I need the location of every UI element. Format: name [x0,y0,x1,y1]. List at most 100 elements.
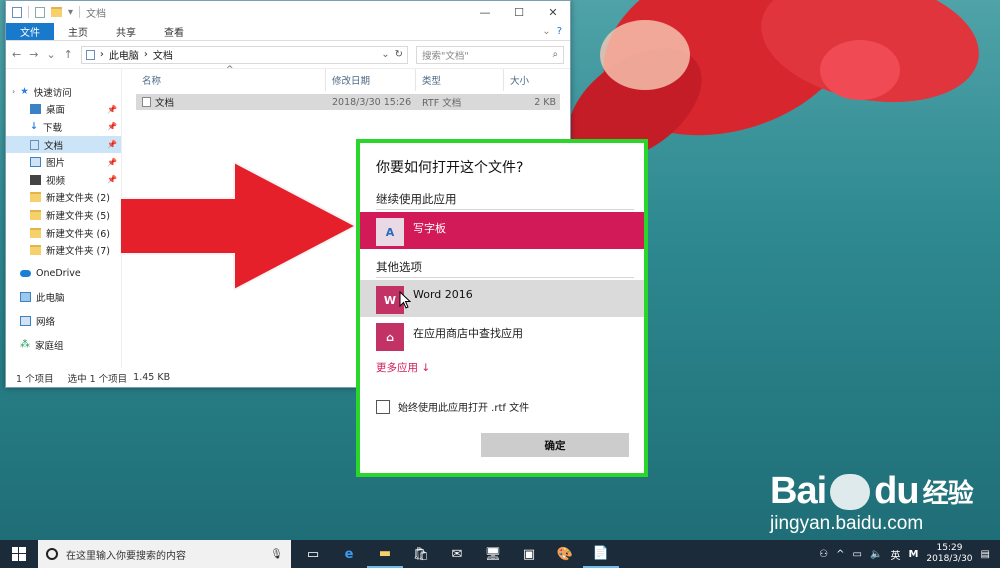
task-view-icon[interactable]: ▭ [295,540,331,568]
watermark-url: jingyan.baidu.com [770,513,924,534]
edge-icon[interactable]: e [331,540,367,568]
divider [376,209,634,210]
nav-quick-access[interactable]: › ★ 快速访问 [6,83,121,101]
nav-item-desktop[interactable]: 桌面 📌 [6,101,121,119]
media-app-icon[interactable]: ▣ [511,540,547,568]
store-icon[interactable]: 🛍 [403,540,439,568]
window-title: 文档 [86,8,107,20]
nav-item-label: 下载 [42,122,62,134]
divider [28,6,29,18]
tab-share[interactable]: 共享 [102,23,150,40]
nav-item-onedrive[interactable]: OneDrive [6,265,121,283]
wordpad-taskbar-icon[interactable]: 📄 [583,540,619,568]
tab-home[interactable]: 主页 [54,23,102,40]
nav-item-downloads[interactable]: ↓ 下载 📌 [6,118,121,136]
section-other-options: 其他选项 [376,260,422,274]
recent-locations-icon[interactable]: ⌄ [46,48,55,61]
tab-view[interactable]: 查看 [150,23,198,40]
taskbar-search-box[interactable]: 在这里输入你要搜索的内容 🎙 [38,540,291,568]
properties-icon[interactable] [35,6,45,18]
chevron-down-icon[interactable]: ⌄ [381,49,389,60]
new-folder-icon[interactable] [51,7,62,17]
nav-item-new-folder-7[interactable]: 新建文件夹 (7) [6,241,121,259]
network-icon [20,315,31,326]
status-size: 1.45 KB [133,372,171,383]
watermark-logo: Bai du 经验 [770,470,974,513]
app-option-store[interactable]: ⌂ 在应用商店中查找应用 [360,317,644,354]
customize-qat-icon[interactable]: ▾ [68,7,73,18]
mail-icon[interactable]: ✉ [439,540,475,568]
app-option-label: 在应用商店中查找应用 [413,327,523,340]
column-size[interactable]: 大小 [504,69,560,91]
expand-ribbon-icon[interactable]: ⌄ [542,26,550,37]
search-input[interactable]: 搜索"文档" [422,48,469,62]
nav-item-homegroup[interactable]: ⁂ 家庭组 [6,336,121,354]
computer-icon [20,292,31,303]
address-bar[interactable]: › 此电脑 › 文档 ⌄ ↻ [80,45,408,64]
system-tray: ⚇ ^ ▭ 🔈 英 M 15:29 2018/3/30 ▤ [819,543,1000,565]
forward-button[interactable]: → [29,48,38,61]
taskbar-pinned-apps: ▭ e ▬ 🛍 ✉ 🖥 ▣ 🎨 📄 [295,540,619,568]
nav-item-this-pc[interactable]: 此电脑 [6,289,121,307]
download-icon: ↓ [30,121,38,133]
section-keep-using: 继续使用此应用 [376,192,457,206]
clock[interactable]: 15:29 2018/3/30 [926,543,972,565]
nav-item-documents[interactable]: 文档 📌 [6,135,121,154]
chevron-right-icon[interactable]: › [12,87,15,96]
back-button[interactable]: ← [12,48,21,61]
help-icon[interactable]: ? [557,26,562,37]
ok-button[interactable]: 确定 [481,433,629,457]
column-type[interactable]: 类型 [416,69,504,91]
more-apps-link[interactable]: 更多应用 ↓ [376,360,430,375]
network-tray-icon[interactable]: ▭ [853,549,862,560]
ime-mode-icon[interactable]: M [908,549,918,560]
nav-item-label: 图片 [46,158,66,170]
refresh-icon[interactable]: ↻ [395,49,403,60]
nav-item-network[interactable]: 网络 [6,312,121,330]
paint-icon[interactable]: 🎨 [547,540,583,568]
breadcrumb-documents[interactable]: 文档 [153,47,173,62]
start-button[interactable] [0,540,38,568]
windows-logo-icon [12,547,26,561]
search-box[interactable]: 搜索"文档" ⌕ [416,45,564,64]
explorer-titlebar: ▾ 文档 — ☐ ✕ [6,1,570,23]
cortana-icon [46,548,58,560]
always-use-label: 始终使用此应用打开 .rtf 文件 [398,403,530,414]
chevron-up-icon[interactable]: ^ [836,549,844,560]
breadcrumb-separator: › [99,49,104,60]
breadcrumb-this-pc[interactable]: 此电脑 [109,47,139,62]
maximize-button[interactable]: ☐ [502,6,536,19]
column-date[interactable]: 修改日期 [326,69,416,91]
app-option-label: Word 2016 [413,288,473,301]
search-icon: ⌕ [552,49,558,60]
app-option-wordpad[interactable]: A 写字板 [360,212,644,249]
nav-item-new-folder-2[interactable]: 新建文件夹 (2) [6,189,121,207]
action-center-icon[interactable]: ▤ [981,549,990,560]
table-row[interactable]: 文档 2018/3/30 15:26 RTF 文档 2 KB [136,94,560,110]
people-icon[interactable]: ⚇ [819,549,828,560]
nav-item-label: 家庭组 [35,340,64,352]
status-item-count: 1 个项目 [16,373,54,385]
tab-file[interactable]: 文件 [6,23,54,40]
ime-indicator[interactable]: 英 [890,547,900,562]
microphone-icon[interactable]: 🎙 [270,549,283,560]
close-button[interactable]: ✕ [536,6,570,19]
nav-item-new-folder-5[interactable]: 新建文件夹 (5) [6,206,121,224]
taskbar-search-input[interactable]: 在这里输入你要搜索的内容 [66,547,186,562]
up-button[interactable]: ↑ [64,48,73,61]
always-use-checkbox[interactable] [376,399,390,414]
volume-icon[interactable]: 🔈 [870,549,882,560]
document-icon [12,6,22,18]
always-use-row[interactable]: 始终使用此应用打开 .rtf 文件 [376,399,529,414]
nav-item-pictures[interactable]: 图片 📌 [6,153,121,171]
file-explorer-icon[interactable]: ▬ [367,540,403,568]
wordpad-icon: A [376,218,404,246]
minimize-button[interactable]: — [468,6,502,19]
nav-item-videos[interactable]: 视频 📌 [6,171,121,189]
remote-desktop-icon[interactable]: 🖥 [475,540,511,568]
red-arrow-annotation [120,162,356,290]
nav-item-label: 新建文件夹 (2) [46,193,110,205]
nav-item-new-folder-6[interactable]: 新建文件夹 (6) [6,224,121,242]
divider [376,277,634,278]
store-bag-icon: ⌂ [376,323,404,351]
